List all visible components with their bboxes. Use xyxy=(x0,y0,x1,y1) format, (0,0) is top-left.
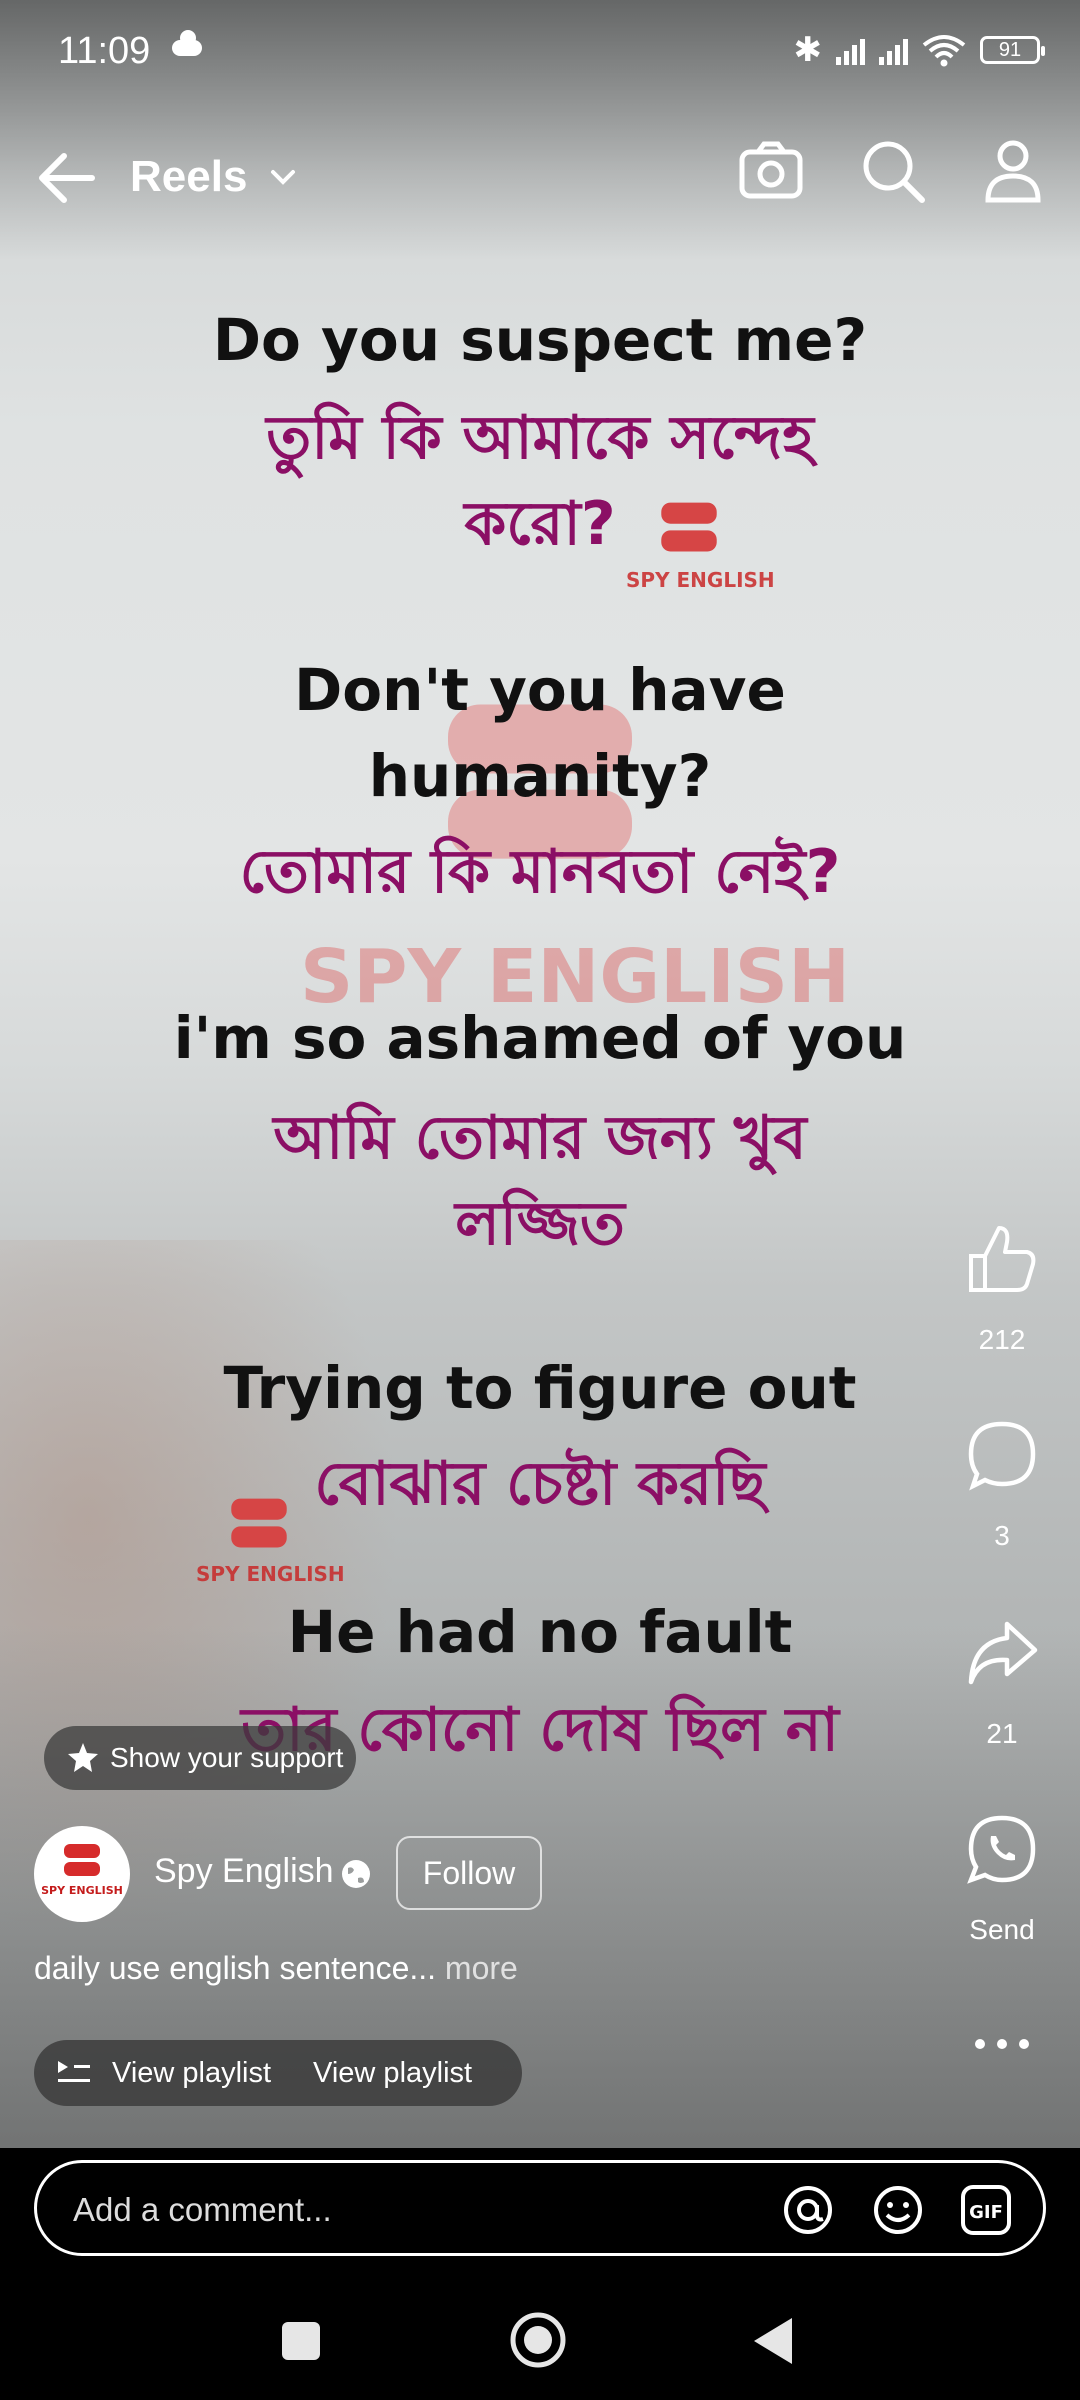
sentence-3-bengali-a: আমি তোমার জন্য খুব xyxy=(273,1103,807,1173)
status-time: 11:09 xyxy=(58,30,151,72)
system-navigation-bar xyxy=(0,2276,1080,2400)
svg-text:GIF: GIF xyxy=(969,2202,1003,2223)
sentence-4-english: Trying to figure out xyxy=(223,1354,857,1422)
author-name[interactable]: Spy English xyxy=(154,1852,334,1891)
like-action[interactable]: 212 xyxy=(952,1222,1052,1356)
show-support-button[interactable]: Show your support xyxy=(44,1726,356,1790)
comment-input[interactable]: Add a comment... GIF xyxy=(34,2160,1046,2256)
status-bar: 11:09 ✱ 91 xyxy=(0,0,1080,100)
home-icon[interactable] xyxy=(508,2310,568,2370)
playlist-label-1[interactable]: View playlist xyxy=(112,2057,271,2090)
comment-placeholder: Add a comment... xyxy=(73,2191,332,2228)
profile-icon[interactable] xyxy=(978,136,1048,206)
more-icon[interactable] xyxy=(972,2036,1032,2052)
sentence-2-english-b: humanity? xyxy=(368,742,712,810)
playlist-label-2[interactable]: View playlist xyxy=(313,2057,472,2090)
like-count: 212 xyxy=(978,1324,1026,1355)
support-label: Show your support xyxy=(110,1742,344,1773)
send-label: Send xyxy=(969,1914,1035,1945)
playlist-icon xyxy=(58,2061,90,2082)
post-caption[interactable]: daily use english sentence... more xyxy=(34,1950,518,1987)
sentence-4-bengali: বোঝার চেষ্টা করছি xyxy=(314,1449,766,1519)
sentence-1-bengali-a: তুমি কি আমাকে সন্দেহ xyxy=(266,403,814,473)
search-icon[interactable] xyxy=(858,136,928,206)
gif-icon[interactable]: GIF xyxy=(959,2183,1013,2237)
avatar-text: SPY ENGLISH xyxy=(41,1884,123,1897)
sentence-2-bengali: তোমার কি মানবতা নেই? xyxy=(239,837,841,907)
comment-bar: Add a comment... GIF xyxy=(0,2148,1080,2276)
sentence-5-english: He had no fault xyxy=(287,1598,793,1666)
back-arrow-icon[interactable] xyxy=(36,150,96,206)
watermark-text-left: SPY ENGLISH xyxy=(196,1562,345,1586)
like-icon[interactable] xyxy=(965,1222,1039,1296)
chevron-down-icon[interactable] xyxy=(270,164,296,190)
share-count: 21 xyxy=(986,1718,1018,1749)
emoji-icon[interactable] xyxy=(871,2183,925,2237)
whatsapp-icon[interactable] xyxy=(965,1812,1039,1886)
reels-header: Reels xyxy=(0,130,1080,226)
cloud-icon xyxy=(172,30,202,56)
mention-icon[interactable] xyxy=(781,2183,835,2237)
send-action[interactable]: Send xyxy=(952,1812,1052,1946)
star-icon xyxy=(68,1743,98,1772)
wifi-icon xyxy=(922,35,966,67)
share-action[interactable]: 21 xyxy=(952,1616,1052,1750)
battery-icon: 91 xyxy=(980,36,1045,64)
signal-icon-1 xyxy=(836,35,865,65)
globe-icon xyxy=(342,1860,370,1888)
recents-icon[interactable] xyxy=(280,2320,322,2362)
reel-video[interactable]: SPY ENGLISH SPY ENGLISH SPY ENGLISH Do y… xyxy=(0,0,1080,2148)
comment-count: 3 xyxy=(994,1520,1010,1551)
back-icon[interactable] xyxy=(752,2316,794,2366)
follow-button[interactable]: Follow xyxy=(396,1836,542,1910)
share-icon[interactable] xyxy=(965,1616,1039,1690)
comment-icon[interactable] xyxy=(965,1418,1039,1492)
avatar[interactable]: SPY ENGLISH xyxy=(34,1826,130,1922)
sentence-3-bengali-b: লজ্জিত xyxy=(455,1189,625,1259)
avatar-logo-icon: SPY ENGLISH xyxy=(41,1844,123,1897)
camera-icon[interactable] xyxy=(736,136,806,206)
sentence-3-english: i'm so ashamed of you xyxy=(173,1004,907,1072)
comment-action[interactable]: 3 xyxy=(952,1418,1052,1552)
view-playlist-button[interactable]: View playlist View playlist xyxy=(34,2040,522,2106)
sentence-1-english: Do you suspect me? xyxy=(212,306,868,374)
caption-text: daily use english sentence... xyxy=(34,1950,437,1986)
more-link[interactable]: more xyxy=(436,1950,518,1986)
page-title[interactable]: Reels xyxy=(130,152,247,202)
sentence-1-bengali-b: করো? xyxy=(464,489,616,559)
signal-icon-2 xyxy=(879,35,908,65)
sentence-2-english-a: Don't you have xyxy=(294,656,786,724)
bluetooth-icon: ✱ xyxy=(793,31,823,69)
